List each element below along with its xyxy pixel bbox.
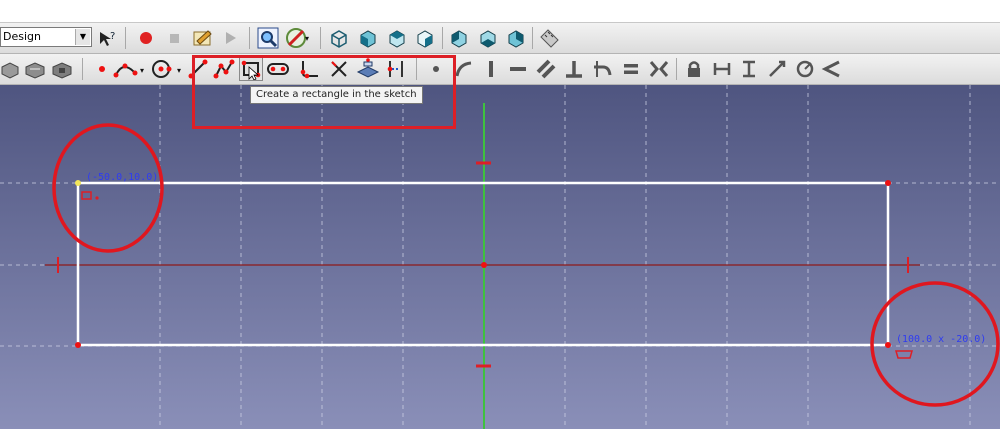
- bottom-view-icon[interactable]: [476, 26, 500, 50]
- lock-icon[interactable]: [682, 57, 706, 81]
- tooltip-text: Create a rectangle in the sketch: [256, 89, 417, 100]
- tooltip: Create a rectangle in the sketch: [250, 86, 423, 104]
- rectangle-corner-point: [885, 180, 891, 186]
- distance-icon[interactable]: [765, 57, 789, 81]
- rectangle-corner-point: [75, 342, 81, 348]
- horizontal-distance-icon[interactable]: [710, 57, 734, 81]
- whats-this-icon[interactable]: ?: [95, 26, 119, 50]
- pad-icon[interactable]: [23, 57, 47, 81]
- equal-icon[interactable]: [619, 57, 643, 81]
- horizontal-icon[interactable]: [506, 57, 530, 81]
- tangent-icon[interactable]: [590, 57, 614, 81]
- run-macro-icon[interactable]: [218, 26, 242, 50]
- toolbar-separator: [249, 27, 250, 49]
- svg-text:▾: ▾: [140, 66, 144, 75]
- edit-macro-icon[interactable]: [191, 26, 215, 50]
- toolbar-separator: [532, 27, 533, 49]
- vertical-distance-icon[interactable]: [737, 57, 761, 81]
- parallel-icon[interactable]: [534, 57, 558, 81]
- left-view-icon[interactable]: [504, 26, 528, 50]
- rectangle-corner-point: [885, 342, 891, 348]
- radius-icon[interactable]: [793, 57, 817, 81]
- right-view-icon[interactable]: [413, 26, 437, 50]
- circle-icon[interactable]: ▾: [150, 57, 186, 81]
- window-top-strip: [0, 0, 1000, 23]
- sketch-viewport[interactable]: [0, 85, 1000, 429]
- top-view-icon[interactable]: [385, 26, 409, 50]
- viewport-background: [0, 85, 1000, 429]
- workbench-selector[interactable]: Design ▼: [0, 27, 92, 47]
- front-view-icon[interactable]: [356, 26, 380, 50]
- vertical-icon[interactable]: [479, 57, 503, 81]
- svg-text:▾: ▾: [177, 66, 181, 75]
- toolbar-separator: [442, 27, 443, 49]
- toolbar-separator: [676, 58, 677, 80]
- rectangle-corner-point: [75, 180, 81, 186]
- isometric-view-icon[interactable]: [327, 26, 351, 50]
- part-feature-icon[interactable]: [0, 57, 20, 81]
- measure-icon[interactable]: [537, 26, 561, 50]
- toolbar-separator: [82, 58, 83, 80]
- point-icon[interactable]: [90, 57, 114, 81]
- record-macro-icon[interactable]: [134, 26, 158, 50]
- corner-start-coordinate: (-50.0,10.0): [86, 172, 159, 183]
- pocket-icon[interactable]: [50, 57, 74, 81]
- toolbar-separator: [125, 27, 126, 49]
- angle-icon[interactable]: [820, 57, 844, 81]
- symmetric-icon[interactable]: [647, 57, 671, 81]
- arc-icon[interactable]: ▾: [113, 57, 149, 81]
- perpendicular-icon[interactable]: [562, 57, 586, 81]
- chevron-down-icon[interactable]: ▼: [75, 29, 90, 45]
- stop-macro-icon[interactable]: [162, 26, 186, 50]
- origin-point: [481, 262, 487, 268]
- draw-style-icon[interactable]: ▾: [285, 26, 309, 50]
- toolbar-separator: [320, 27, 321, 49]
- workbench-selector-value: Design: [3, 30, 41, 43]
- corner-end-coordinate: (100.0 x -20.0): [896, 334, 987, 345]
- svg-text:▾: ▾: [305, 34, 309, 43]
- rear-view-icon[interactable]: [447, 26, 471, 50]
- fit-all-icon[interactable]: [256, 26, 280, 50]
- svg-text:?: ?: [110, 31, 115, 42]
